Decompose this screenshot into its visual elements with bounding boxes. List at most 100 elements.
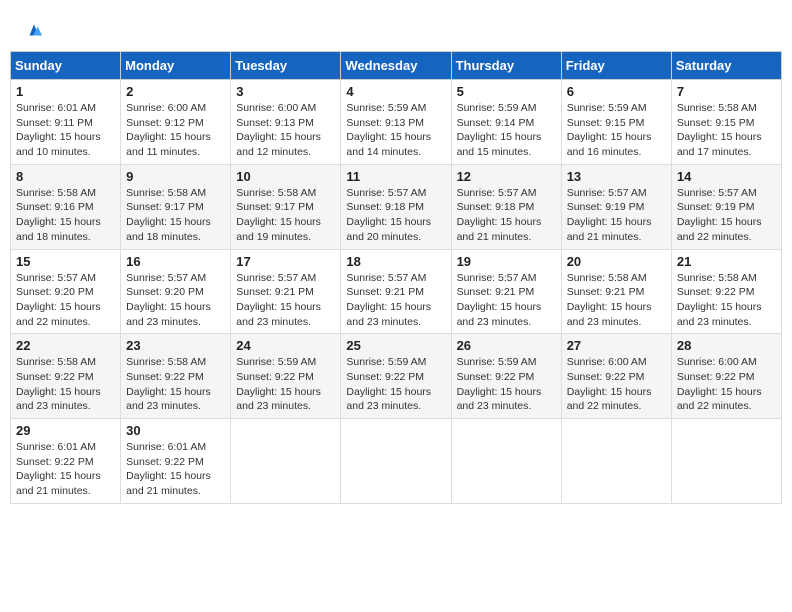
calendar-week-2: 8 Sunrise: 5:58 AMSunset: 9:16 PMDayligh… [11, 164, 782, 249]
day-info: Sunrise: 5:59 AMSunset: 9:15 PMDaylight:… [567, 101, 666, 160]
calendar-cell: 25 Sunrise: 5:59 AMSunset: 9:22 PMDaylig… [341, 334, 451, 419]
calendar-week-3: 15 Sunrise: 5:57 AMSunset: 9:20 PMDaylig… [11, 249, 782, 334]
weekday-header-wednesday: Wednesday [341, 52, 451, 80]
day-info: Sunrise: 6:01 AMSunset: 9:22 PMDaylight:… [16, 440, 115, 499]
day-info: Sunrise: 5:59 AMSunset: 9:22 PMDaylight:… [457, 355, 556, 414]
day-number: 17 [236, 254, 335, 269]
day-info: Sunrise: 5:57 AMSunset: 9:19 PMDaylight:… [567, 186, 666, 245]
day-info: Sunrise: 5:58 AMSunset: 9:16 PMDaylight:… [16, 186, 115, 245]
day-info: Sunrise: 6:00 AMSunset: 9:13 PMDaylight:… [236, 101, 335, 160]
day-number: 15 [16, 254, 115, 269]
day-number: 14 [677, 169, 776, 184]
day-info: Sunrise: 5:58 AMSunset: 9:22 PMDaylight:… [16, 355, 115, 414]
calendar-cell [671, 419, 781, 504]
calendar-cell: 13 Sunrise: 5:57 AMSunset: 9:19 PMDaylig… [561, 164, 671, 249]
day-info: Sunrise: 5:58 AMSunset: 9:21 PMDaylight:… [567, 271, 666, 330]
day-number: 24 [236, 338, 335, 353]
calendar-cell: 10 Sunrise: 5:58 AMSunset: 9:17 PMDaylig… [231, 164, 341, 249]
calendar-cell: 5 Sunrise: 5:59 AMSunset: 9:14 PMDayligh… [451, 80, 561, 165]
weekday-header-saturday: Saturday [671, 52, 781, 80]
day-info: Sunrise: 6:00 AMSunset: 9:22 PMDaylight:… [567, 355, 666, 414]
weekday-header-tuesday: Tuesday [231, 52, 341, 80]
calendar-week-4: 22 Sunrise: 5:58 AMSunset: 9:22 PMDaylig… [11, 334, 782, 419]
day-info: Sunrise: 5:57 AMSunset: 9:21 PMDaylight:… [236, 271, 335, 330]
calendar-cell [231, 419, 341, 504]
calendar-cell: 19 Sunrise: 5:57 AMSunset: 9:21 PMDaylig… [451, 249, 561, 334]
calendar-cell: 30 Sunrise: 6:01 AMSunset: 9:22 PMDaylig… [121, 419, 231, 504]
day-number: 7 [677, 84, 776, 99]
calendar-cell: 12 Sunrise: 5:57 AMSunset: 9:18 PMDaylig… [451, 164, 561, 249]
calendar-cell: 2 Sunrise: 6:00 AMSunset: 9:12 PMDayligh… [121, 80, 231, 165]
day-number: 27 [567, 338, 666, 353]
calendar-cell [561, 419, 671, 504]
weekday-header-monday: Monday [121, 52, 231, 80]
day-number: 30 [126, 423, 225, 438]
calendar-cell: 26 Sunrise: 5:59 AMSunset: 9:22 PMDaylig… [451, 334, 561, 419]
day-info: Sunrise: 5:57 AMSunset: 9:19 PMDaylight:… [677, 186, 776, 245]
day-info: Sunrise: 5:58 AMSunset: 9:22 PMDaylight:… [126, 355, 225, 414]
calendar-cell: 7 Sunrise: 5:58 AMSunset: 9:15 PMDayligh… [671, 80, 781, 165]
calendar-cell [341, 419, 451, 504]
calendar-cell: 18 Sunrise: 5:57 AMSunset: 9:21 PMDaylig… [341, 249, 451, 334]
calendar-cell: 11 Sunrise: 5:57 AMSunset: 9:18 PMDaylig… [341, 164, 451, 249]
calendar-cell: 28 Sunrise: 6:00 AMSunset: 9:22 PMDaylig… [671, 334, 781, 419]
day-number: 8 [16, 169, 115, 184]
day-number: 16 [126, 254, 225, 269]
day-info: Sunrise: 5:57 AMSunset: 9:18 PMDaylight:… [346, 186, 445, 245]
day-info: Sunrise: 5:59 AMSunset: 9:13 PMDaylight:… [346, 101, 445, 160]
day-number: 28 [677, 338, 776, 353]
day-number: 6 [567, 84, 666, 99]
calendar-cell [451, 419, 561, 504]
day-info: Sunrise: 5:59 AMSunset: 9:22 PMDaylight:… [236, 355, 335, 414]
calendar-cell: 20 Sunrise: 5:58 AMSunset: 9:21 PMDaylig… [561, 249, 671, 334]
logo [25, 20, 47, 41]
calendar-cell: 24 Sunrise: 5:59 AMSunset: 9:22 PMDaylig… [231, 334, 341, 419]
header [10, 10, 782, 46]
day-number: 20 [567, 254, 666, 269]
calendar-cell: 16 Sunrise: 5:57 AMSunset: 9:20 PMDaylig… [121, 249, 231, 334]
day-info: Sunrise: 5:57 AMSunset: 9:21 PMDaylight:… [457, 271, 556, 330]
day-info: Sunrise: 5:58 AMSunset: 9:15 PMDaylight:… [677, 101, 776, 160]
calendar-cell: 15 Sunrise: 5:57 AMSunset: 9:20 PMDaylig… [11, 249, 121, 334]
day-number: 4 [346, 84, 445, 99]
day-number: 12 [457, 169, 556, 184]
day-info: Sunrise: 5:58 AMSunset: 9:22 PMDaylight:… [677, 271, 776, 330]
calendar-cell: 27 Sunrise: 6:00 AMSunset: 9:22 PMDaylig… [561, 334, 671, 419]
logo-icon [25, 22, 43, 40]
day-info: Sunrise: 6:00 AMSunset: 9:22 PMDaylight:… [677, 355, 776, 414]
day-info: Sunrise: 5:58 AMSunset: 9:17 PMDaylight:… [126, 186, 225, 245]
day-number: 21 [677, 254, 776, 269]
calendar-cell: 3 Sunrise: 6:00 AMSunset: 9:13 PMDayligh… [231, 80, 341, 165]
day-number: 25 [346, 338, 445, 353]
day-info: Sunrise: 5:57 AMSunset: 9:20 PMDaylight:… [16, 271, 115, 330]
day-number: 23 [126, 338, 225, 353]
day-number: 13 [567, 169, 666, 184]
calendar-week-1: 1 Sunrise: 6:01 AMSunset: 9:11 PMDayligh… [11, 80, 782, 165]
calendar-cell: 8 Sunrise: 5:58 AMSunset: 9:16 PMDayligh… [11, 164, 121, 249]
day-number: 22 [16, 338, 115, 353]
day-info: Sunrise: 5:58 AMSunset: 9:17 PMDaylight:… [236, 186, 335, 245]
calendar-cell: 1 Sunrise: 6:01 AMSunset: 9:11 PMDayligh… [11, 80, 121, 165]
calendar-cell: 4 Sunrise: 5:59 AMSunset: 9:13 PMDayligh… [341, 80, 451, 165]
calendar: SundayMondayTuesdayWednesdayThursdayFrid… [10, 51, 782, 504]
day-info: Sunrise: 5:57 AMSunset: 9:21 PMDaylight:… [346, 271, 445, 330]
day-info: Sunrise: 6:01 AMSunset: 9:22 PMDaylight:… [126, 440, 225, 499]
day-number: 10 [236, 169, 335, 184]
weekday-header-thursday: Thursday [451, 52, 561, 80]
day-number: 9 [126, 169, 225, 184]
day-number: 11 [346, 169, 445, 184]
calendar-cell: 6 Sunrise: 5:59 AMSunset: 9:15 PMDayligh… [561, 80, 671, 165]
calendar-cell: 14 Sunrise: 5:57 AMSunset: 9:19 PMDaylig… [671, 164, 781, 249]
calendar-cell: 23 Sunrise: 5:58 AMSunset: 9:22 PMDaylig… [121, 334, 231, 419]
weekday-header-friday: Friday [561, 52, 671, 80]
day-number: 1 [16, 84, 115, 99]
day-number: 18 [346, 254, 445, 269]
day-info: Sunrise: 6:01 AMSunset: 9:11 PMDaylight:… [16, 101, 115, 160]
day-info: Sunrise: 6:00 AMSunset: 9:12 PMDaylight:… [126, 101, 225, 160]
day-number: 2 [126, 84, 225, 99]
calendar-cell: 21 Sunrise: 5:58 AMSunset: 9:22 PMDaylig… [671, 249, 781, 334]
calendar-cell: 17 Sunrise: 5:57 AMSunset: 9:21 PMDaylig… [231, 249, 341, 334]
calendar-week-5: 29 Sunrise: 6:01 AMSunset: 9:22 PMDaylig… [11, 419, 782, 504]
weekday-header-sunday: Sunday [11, 52, 121, 80]
calendar-cell: 22 Sunrise: 5:58 AMSunset: 9:22 PMDaylig… [11, 334, 121, 419]
